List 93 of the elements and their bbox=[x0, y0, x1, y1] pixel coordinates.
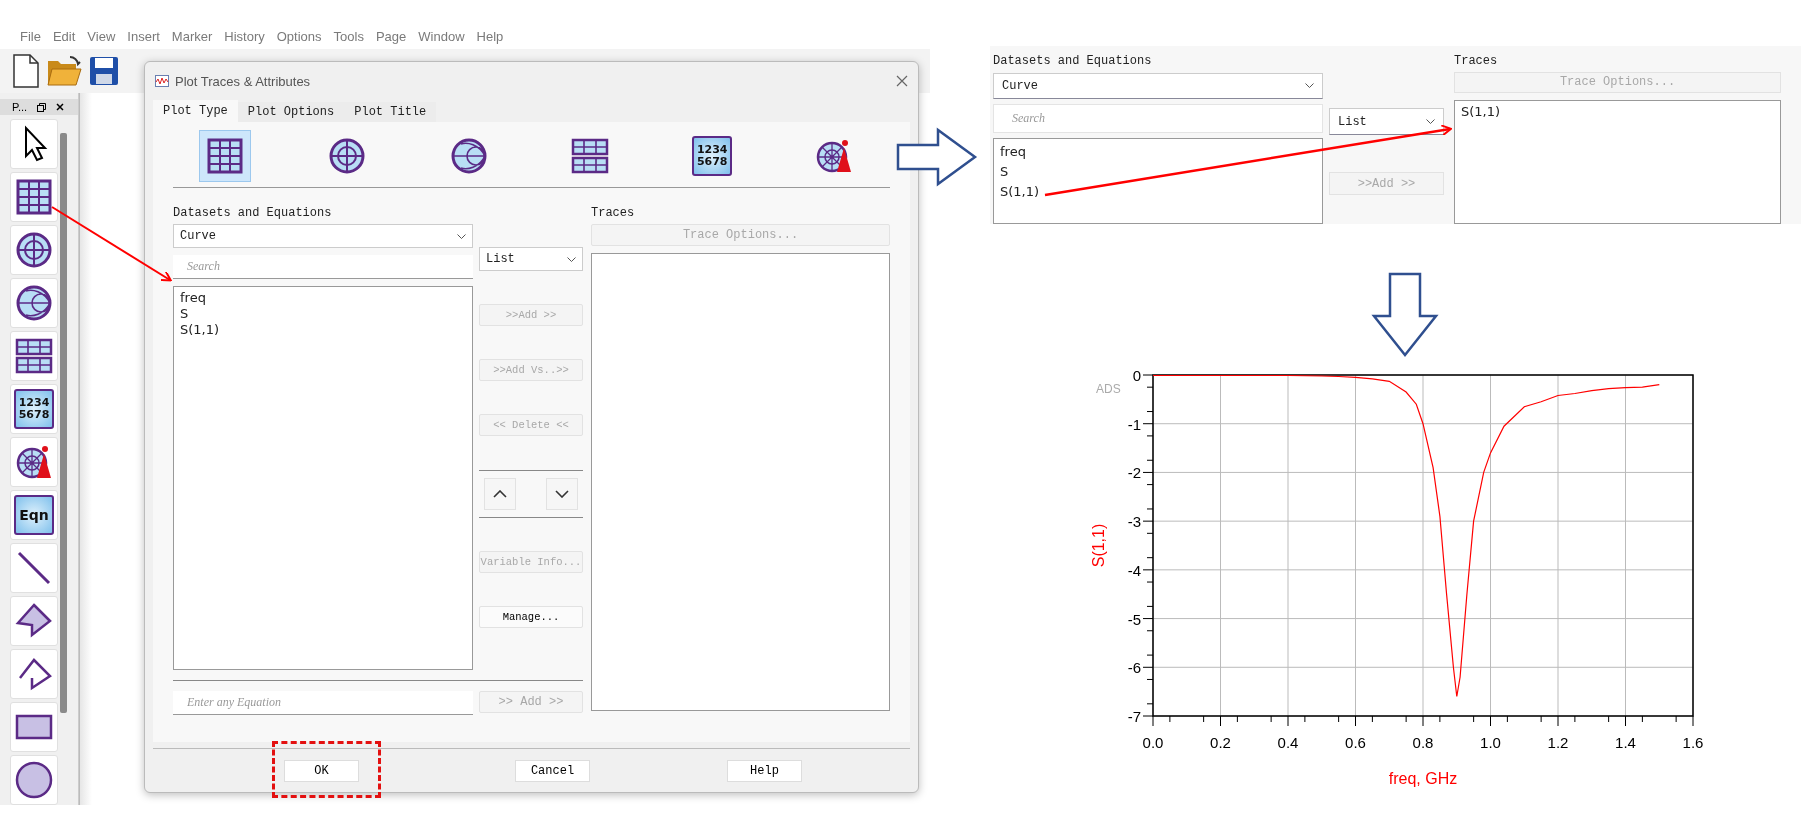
save-icon[interactable] bbox=[88, 55, 120, 87]
tick-label: 1.2 bbox=[1547, 734, 1569, 751]
palette-tool[interactable] bbox=[10, 543, 58, 593]
scrollbar[interactable] bbox=[60, 133, 67, 713]
list-item[interactable]: S bbox=[180, 306, 189, 322]
tick-label: 0.6 bbox=[1345, 734, 1366, 751]
tab[interactable]: Plot Type bbox=[153, 100, 238, 122]
menu-item[interactable]: Page bbox=[369, 27, 413, 49]
circle-icon bbox=[14, 760, 54, 800]
plot-type-option[interactable]: 1234 5678 bbox=[686, 130, 739, 182]
dialog-title: Plot Traces & Attributes bbox=[175, 73, 312, 89]
palette-tool[interactable] bbox=[10, 437, 58, 487]
restore-icon[interactable] bbox=[37, 102, 47, 112]
tick-label: 0 bbox=[1132, 367, 1141, 384]
dialog-button[interactable]: Cancel bbox=[515, 760, 590, 782]
tick-label: 0.0 bbox=[1142, 734, 1164, 751]
tick-label: -7 bbox=[1127, 708, 1141, 725]
palette-tool[interactable] bbox=[10, 596, 58, 646]
move-down-button[interactable] bbox=[546, 478, 578, 510]
dialog-button[interactable]: Help bbox=[727, 760, 802, 782]
menu-item[interactable]: Edit bbox=[46, 27, 82, 49]
chevron-up-icon bbox=[493, 490, 507, 498]
tick-label: 1.6 bbox=[1682, 734, 1704, 751]
chevron-down-icon bbox=[1305, 83, 1314, 89]
menu-item[interactable]: Help bbox=[470, 27, 510, 49]
list-table-icon bbox=[570, 136, 611, 176]
view-dropdown[interactable]: List bbox=[479, 247, 583, 271]
palette-tool[interactable] bbox=[10, 225, 58, 275]
list-item[interactable]: S(1,1) bbox=[1000, 181, 1040, 202]
palette-title: P... bbox=[12, 101, 28, 113]
tick-label: 0.4 bbox=[1277, 734, 1299, 751]
chevron-down-icon bbox=[555, 490, 569, 498]
tick-label: 1.4 bbox=[1615, 734, 1636, 751]
menu-item[interactable]: Marker bbox=[165, 27, 219, 49]
tab[interactable]: Plot Title bbox=[344, 102, 437, 122]
plot-window-icon bbox=[155, 75, 169, 87]
palette-tool[interactable] bbox=[10, 278, 58, 328]
list-item[interactable]: freq bbox=[1000, 141, 1026, 162]
tab[interactable]: Plot Options bbox=[237, 102, 345, 122]
axis-label: S(1,1) bbox=[1090, 523, 1107, 568]
chevron-down-icon bbox=[567, 256, 576, 262]
polar-plot-icon bbox=[14, 230, 54, 270]
palette-tool[interactable] bbox=[10, 702, 58, 752]
tick-label: 0.2 bbox=[1210, 734, 1231, 751]
palette-tool[interactable] bbox=[10, 755, 58, 805]
menu-item[interactable]: File bbox=[14, 27, 47, 49]
equation-field[interactable]: Enter any Equation bbox=[173, 691, 473, 715]
dialog-button[interactable]: OK bbox=[284, 760, 359, 782]
tick-label: -1 bbox=[1127, 415, 1141, 433]
action-button[interactable]: Manage... bbox=[479, 606, 583, 628]
palette-tool[interactable] bbox=[10, 331, 58, 381]
palette-tool[interactable] bbox=[10, 172, 58, 222]
section-label: Traces bbox=[591, 205, 636, 222]
grid-plot-icon bbox=[205, 136, 245, 176]
tick-label: -5 bbox=[1127, 610, 1141, 628]
dataset-dropdown[interactable]: Curve bbox=[993, 72, 1323, 99]
palette-tool[interactable] bbox=[10, 119, 58, 169]
ads-label: ADS bbox=[1096, 382, 1121, 396]
tick-label: -2 bbox=[1127, 464, 1141, 482]
palette-tool[interactable] bbox=[10, 649, 58, 699]
menu-item[interactable]: Options bbox=[270, 27, 328, 49]
close-icon[interactable] bbox=[56, 103, 65, 111]
dataset-dropdown[interactable]: Curve bbox=[173, 224, 473, 248]
move-up-button[interactable] bbox=[484, 478, 516, 510]
number-table-icon: 1234 5678 bbox=[692, 136, 733, 176]
tick-label: -3 bbox=[1127, 513, 1141, 531]
menu-item[interactable]: Tools bbox=[327, 27, 370, 49]
grid-plot-icon bbox=[14, 177, 54, 217]
menu-item[interactable]: Window bbox=[412, 27, 471, 49]
menu-item[interactable]: Insert bbox=[121, 27, 166, 49]
tick-label: -6 bbox=[1127, 659, 1141, 677]
tick-label: 0.8 bbox=[1412, 734, 1434, 751]
section-label: Datasets and Equations bbox=[173, 205, 333, 222]
view-dropdown[interactable]: List bbox=[1329, 108, 1444, 135]
chevron-down-icon bbox=[457, 233, 466, 239]
axis-label: freq, GHz bbox=[1388, 770, 1458, 787]
new-document-icon[interactable] bbox=[12, 53, 40, 89]
section-label: Datasets and Equations bbox=[993, 53, 1153, 70]
list-table-icon bbox=[14, 336, 54, 376]
list-item[interactable]: S(1,1) bbox=[180, 322, 220, 338]
tick-label: -4 bbox=[1127, 561, 1141, 579]
list-item[interactable]: S bbox=[1000, 161, 1009, 182]
smith-chart-icon bbox=[14, 283, 54, 323]
list-item[interactable]: freq bbox=[180, 290, 206, 306]
menu-item[interactable]: View bbox=[81, 27, 122, 49]
tick-label: 1.0 bbox=[1480, 734, 1501, 751]
plot-type-option[interactable] bbox=[199, 130, 251, 182]
section-label: Traces bbox=[1454, 53, 1499, 70]
list-item[interactable]: S(1,1) bbox=[1461, 103, 1501, 119]
search-field[interactable]: Search bbox=[173, 255, 473, 279]
menu-item[interactable]: History bbox=[218, 27, 271, 49]
chevron-down-icon bbox=[1426, 119, 1435, 124]
open-folder-icon[interactable] bbox=[46, 55, 82, 87]
